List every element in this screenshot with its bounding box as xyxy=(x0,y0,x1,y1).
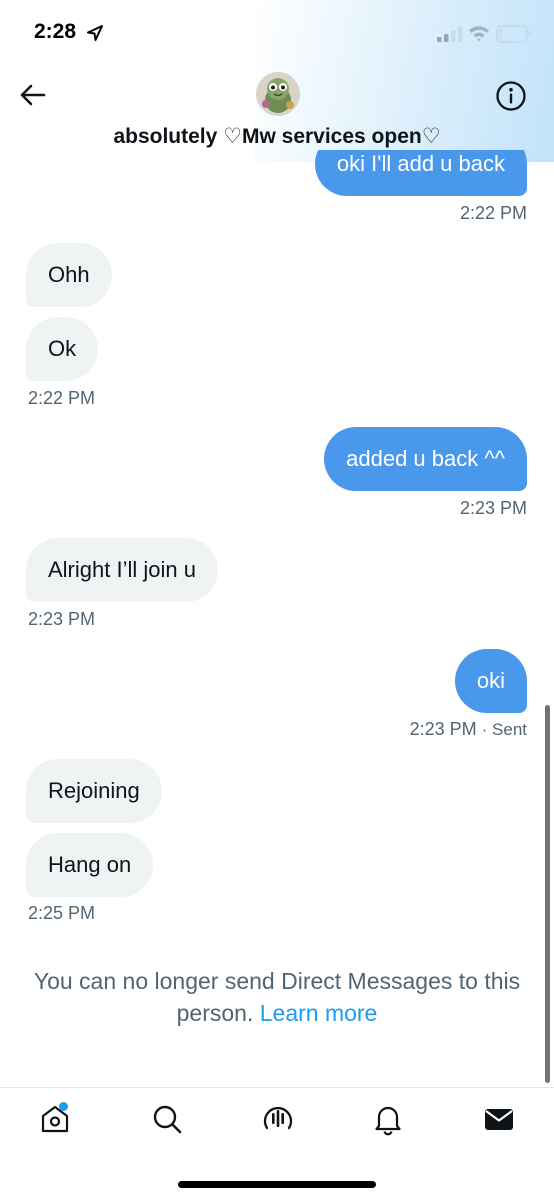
tab-spaces[interactable] xyxy=(261,1102,295,1136)
tab-search[interactable] xyxy=(150,1102,184,1136)
message-timestamp: 2:22 PM xyxy=(28,388,96,408)
avatar[interactable] xyxy=(256,72,300,116)
message-text: Rejoining xyxy=(48,778,140,803)
message-bubble-outgoing[interactable]: oki xyxy=(454,649,527,713)
spaces-icon xyxy=(263,1107,293,1130)
message-timestamp: 2:22 PM xyxy=(459,203,527,223)
message-text: Ohh xyxy=(48,262,90,287)
message-text: oki I'll add u back xyxy=(336,151,505,176)
mail-icon xyxy=(485,1109,513,1130)
tab-messages[interactable] xyxy=(482,1102,516,1136)
message-text: Ok xyxy=(48,336,77,361)
message-text: Hang on xyxy=(48,852,132,877)
search-icon xyxy=(153,1105,182,1134)
message-bubble-incoming[interactable]: Alright I’ll join u xyxy=(26,538,218,602)
info-icon[interactable] xyxy=(495,80,527,112)
message-bubble-incoming[interactable]: Hang on xyxy=(26,833,154,897)
conversation-title[interactable]: absolutely ♡Mw services open♡ xyxy=(0,124,554,149)
dm-disabled-notice: You can no longer send Direct Messages t… xyxy=(20,965,534,1029)
message-bubble-outgoing[interactable]: added u back ^^ xyxy=(324,427,527,491)
message-thread[interactable]: oki I'll add u back 2:22 PM Ohh Ok 2:22 … xyxy=(0,150,554,1090)
location-arrow-icon xyxy=(87,25,103,41)
tab-bar-divider xyxy=(0,1087,554,1088)
message-text: Alright I’ll join u xyxy=(48,557,196,582)
learn-more-link[interactable]: Learn more xyxy=(260,1000,378,1026)
message-timestamp: 2:23 PM xyxy=(28,609,96,629)
message-timestamp: 2:23 PM xyxy=(459,498,527,518)
status-time: 2:28 xyxy=(34,20,77,43)
home-notification-dot xyxy=(59,1102,68,1111)
back-arrow-icon[interactable] xyxy=(18,80,48,110)
bell-icon xyxy=(375,1106,401,1136)
message-bubble-incoming[interactable]: Ohh xyxy=(26,243,112,307)
message-bubble-outgoing[interactable]: oki I'll add u back xyxy=(314,150,527,196)
message-text: added u back ^^ xyxy=(346,446,505,471)
home-indicator[interactable] xyxy=(178,1181,376,1188)
message-timestamp: 2:25 PM xyxy=(28,903,96,923)
message-text: oki xyxy=(476,668,505,693)
message-bubble-incoming[interactable]: Rejoining xyxy=(26,759,162,823)
message-timestamp-sent: 2:23 PM · Sent xyxy=(410,719,527,740)
scrollbar[interactable] xyxy=(545,705,550,1083)
message-bubble-incoming[interactable]: Ok xyxy=(26,317,99,381)
sent-status: · Sent xyxy=(481,720,527,739)
tab-notifications[interactable] xyxy=(371,1102,405,1136)
message-timestamp: 2:23 PM xyxy=(409,719,477,739)
